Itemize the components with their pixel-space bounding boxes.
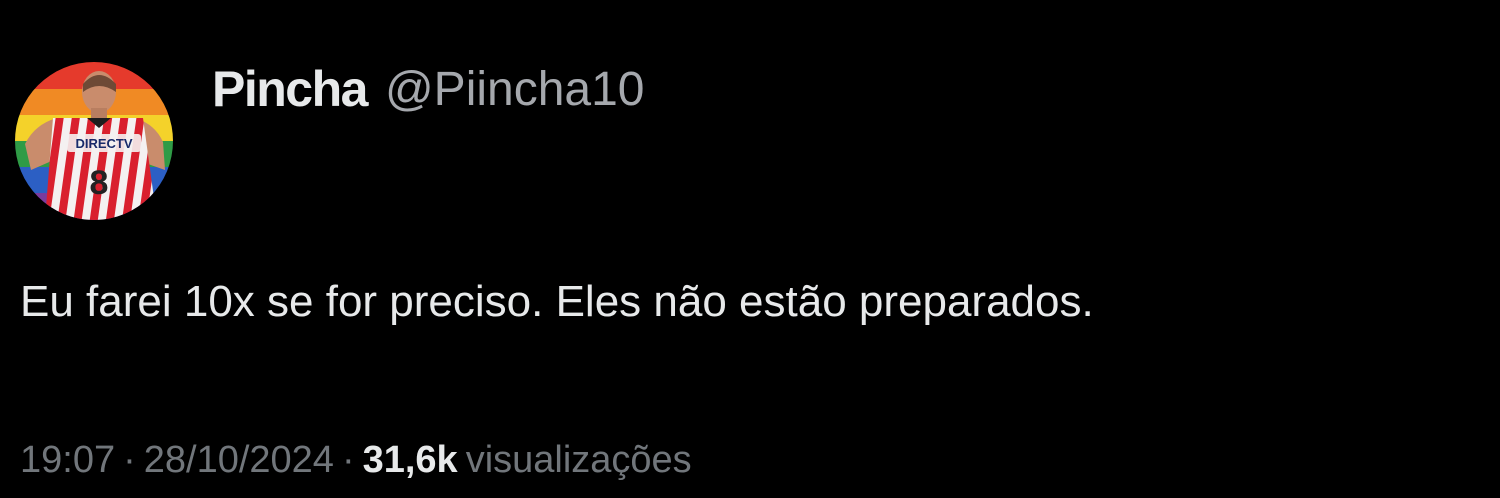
tweet-meta: 19:07 · 28/10/2024 · 31,6k visualizações — [20, 434, 692, 486]
display-name[interactable]: Pincha — [212, 60, 368, 118]
user-handle[interactable]: @Piincha10 — [385, 62, 645, 117]
separator-dot: · — [123, 439, 136, 481]
tweet: DIRECTV 8 Pincha @Piincha10 Eu farei 10x… — [0, 0, 1500, 498]
tweet-time[interactable]: 19:07 — [20, 439, 115, 481]
separator-dot: · — [341, 439, 355, 481]
views-count[interactable]: 31,6k — [363, 439, 458, 481]
jersey-number: 8 — [90, 164, 109, 202]
avatar[interactable]: DIRECTV 8 — [15, 62, 173, 220]
tweet-date[interactable]: 28/10/2024 — [144, 439, 334, 481]
views-label[interactable]: visualizações — [466, 439, 692, 481]
tweet-text: Eu farei 10x se for preciso. Eles não es… — [20, 277, 1094, 326]
profile-avatar-rainbow-jersey-icon: DIRECTV 8 — [15, 62, 173, 220]
jersey-sponsor-text: DIRECTV — [75, 136, 132, 151]
author-header: Pincha @Piincha10 — [212, 58, 645, 120]
